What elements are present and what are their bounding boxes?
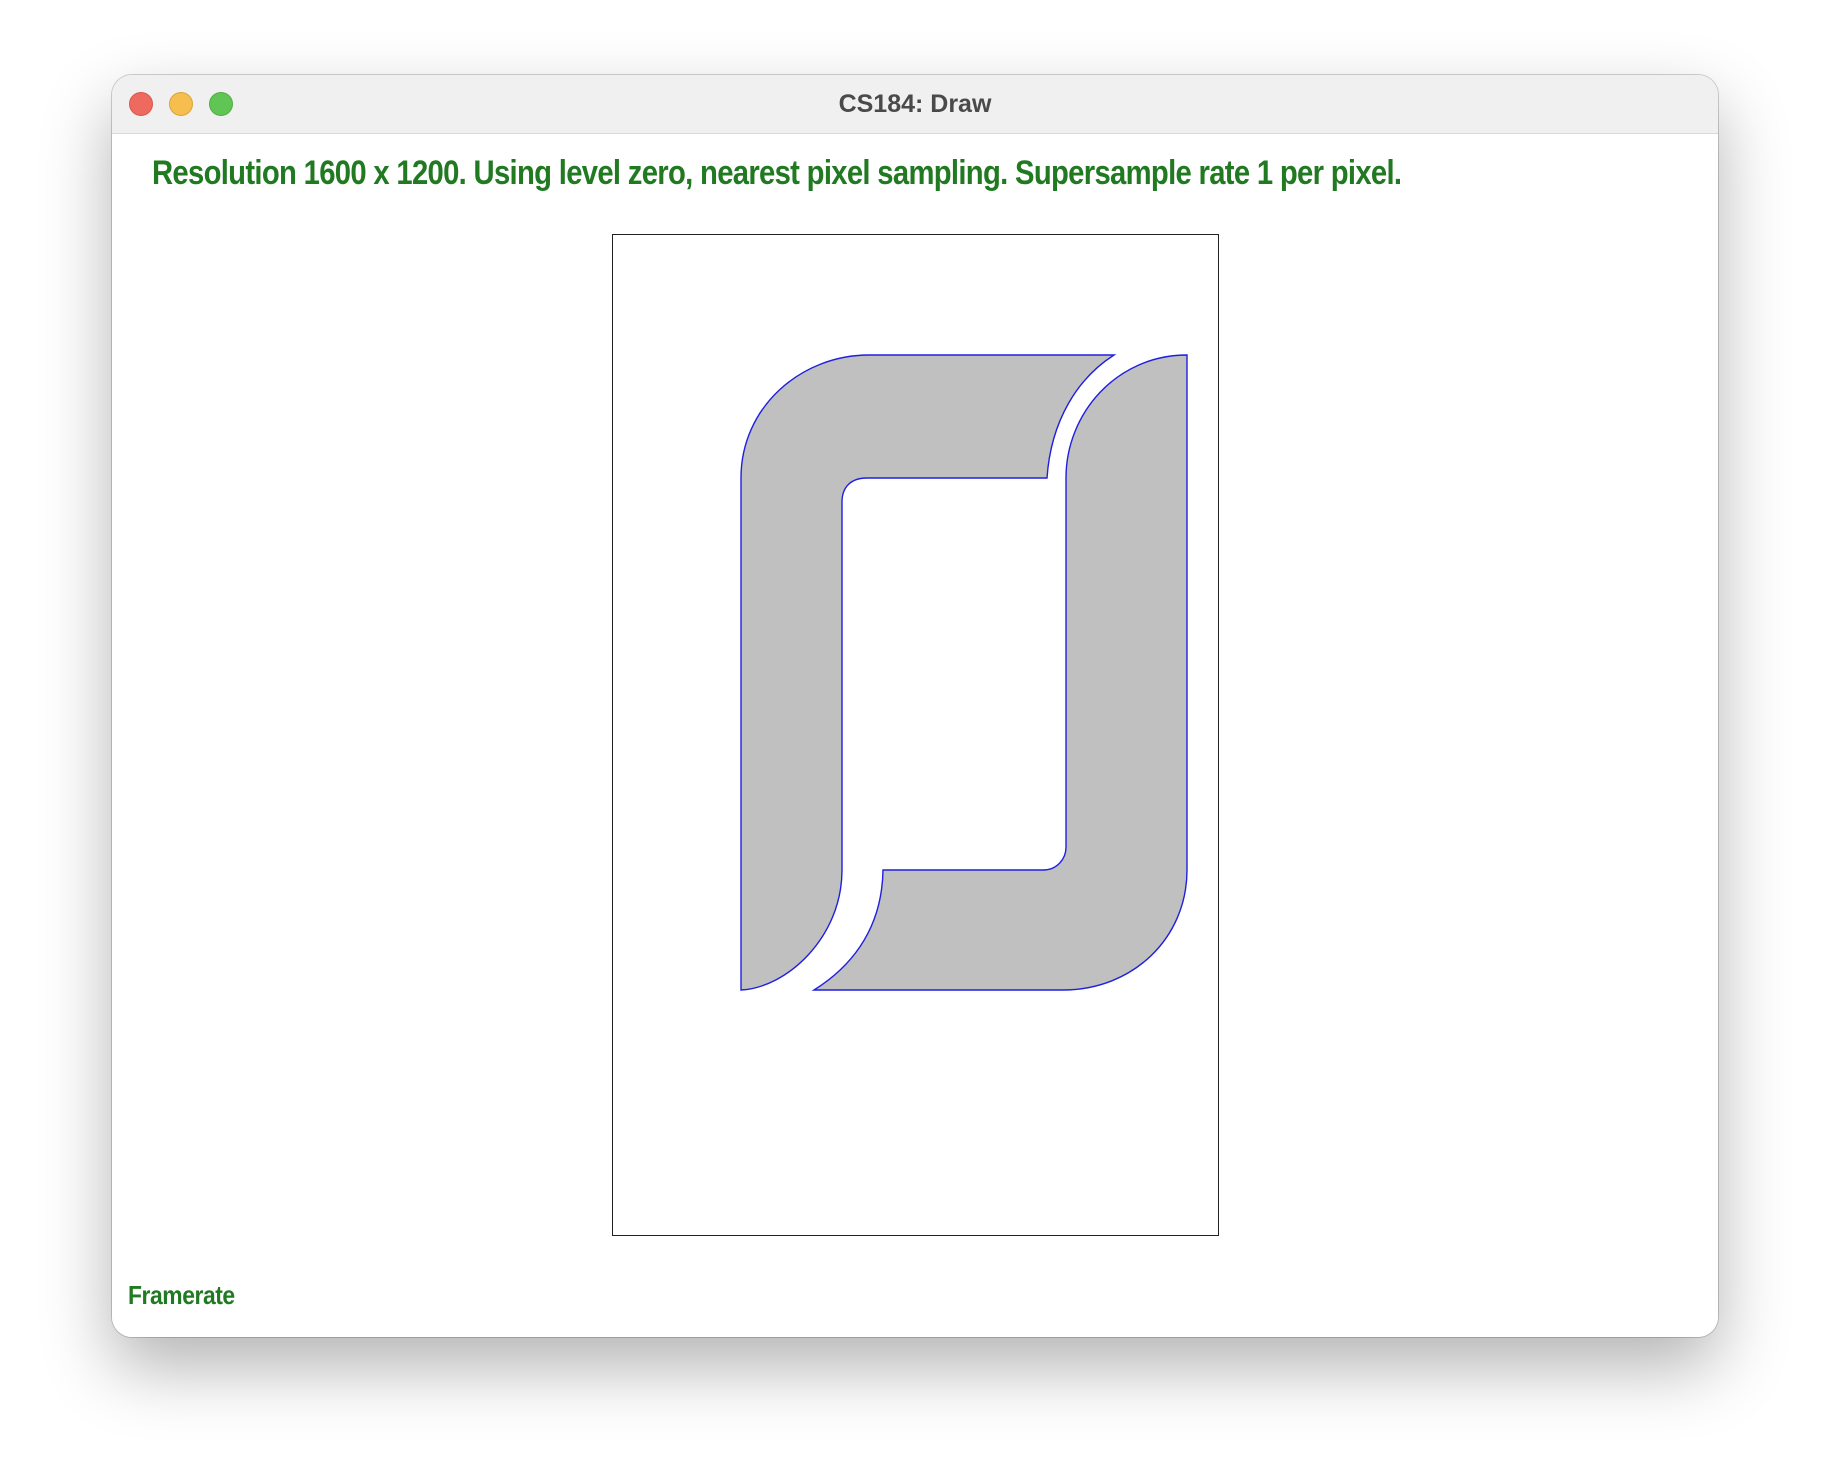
- app-window: CS184: Draw Resolution 1600 x 1200. Usin…: [112, 75, 1718, 1337]
- drawing-svg: [740, 354, 1188, 991]
- title-bar[interactable]: CS184: Draw: [112, 75, 1718, 134]
- status-text: Resolution 1600 x 1200. Using level zero…: [152, 154, 1402, 192]
- framerate-label: Framerate: [128, 1280, 235, 1310]
- drawing-canvas[interactable]: [612, 234, 1219, 1236]
- window-title: CS184: Draw: [838, 90, 992, 118]
- content-area: Resolution 1600 x 1200. Using level zero…: [112, 134, 1718, 1337]
